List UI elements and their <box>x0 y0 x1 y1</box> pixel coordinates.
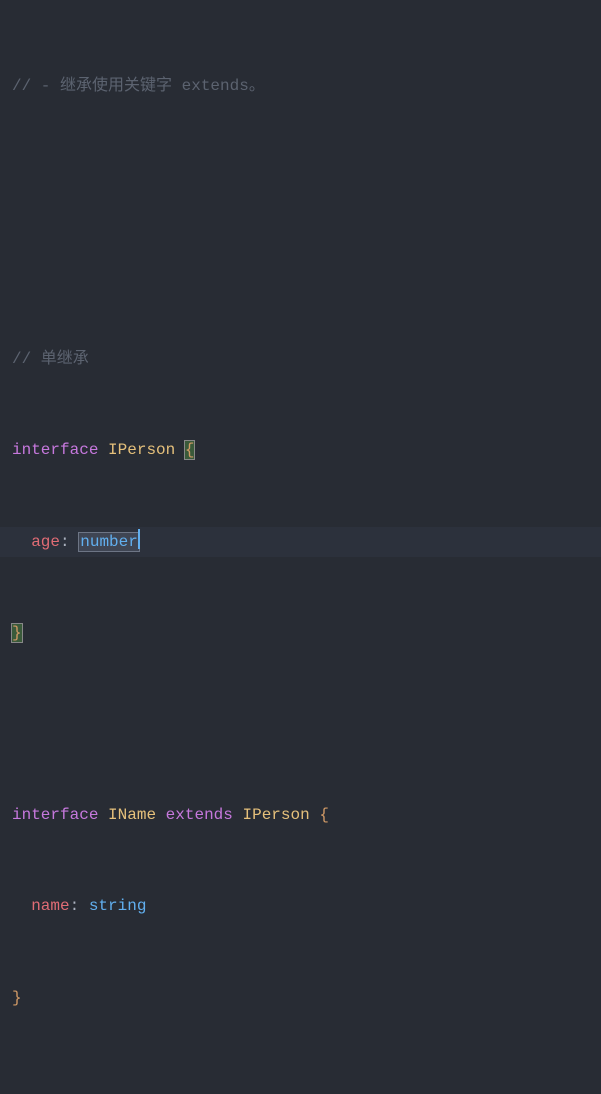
code-content[interactable]: // - 继承使用关键字 extends。 // 单继承 interface I… <box>0 10 601 1094</box>
comment-text: // - 继承使用关键字 extends。 <box>12 77 265 95</box>
code-line[interactable] <box>0 162 601 192</box>
code-line[interactable]: } <box>0 618 601 648</box>
keyword-interface: interface <box>12 441 98 459</box>
type-string: string <box>89 897 147 915</box>
property-name: name <box>31 897 69 915</box>
type-name: IPerson <box>108 441 175 459</box>
keyword-interface: interface <box>12 806 98 824</box>
code-line[interactable]: } <box>0 983 601 1013</box>
type-number: number <box>78 532 140 552</box>
colon: : <box>60 533 70 551</box>
comment-text: // 单继承 <box>12 350 89 368</box>
code-line[interactable] <box>0 709 601 739</box>
code-line[interactable] <box>0 253 601 283</box>
code-line[interactable]: // - 继承使用关键字 extends。 <box>0 71 601 101</box>
brace-close: } <box>12 989 22 1007</box>
code-line[interactable]: interface IName extends IPerson { <box>0 800 601 830</box>
code-line[interactable]: interface IPerson { <box>0 435 601 465</box>
keyword-extends: extends <box>166 806 233 824</box>
text-cursor <box>138 529 140 549</box>
type-name: IName <box>108 806 156 824</box>
code-line[interactable]: name: string <box>0 891 601 921</box>
code-editor[interactable]: // - 继承使用关键字 extends。 // 单继承 interface I… <box>0 10 601 1094</box>
property-name: age <box>31 533 60 551</box>
brace-open: { <box>184 440 196 460</box>
code-line[interactable]: // 单继承 <box>0 344 601 374</box>
code-line-current[interactable]: age: number <box>0 527 601 557</box>
code-line[interactable] <box>0 1074 601 1094</box>
type-name: IPerson <box>242 806 309 824</box>
brace-close: } <box>11 623 23 643</box>
brace-open: { <box>319 806 329 824</box>
colon: : <box>70 897 80 915</box>
